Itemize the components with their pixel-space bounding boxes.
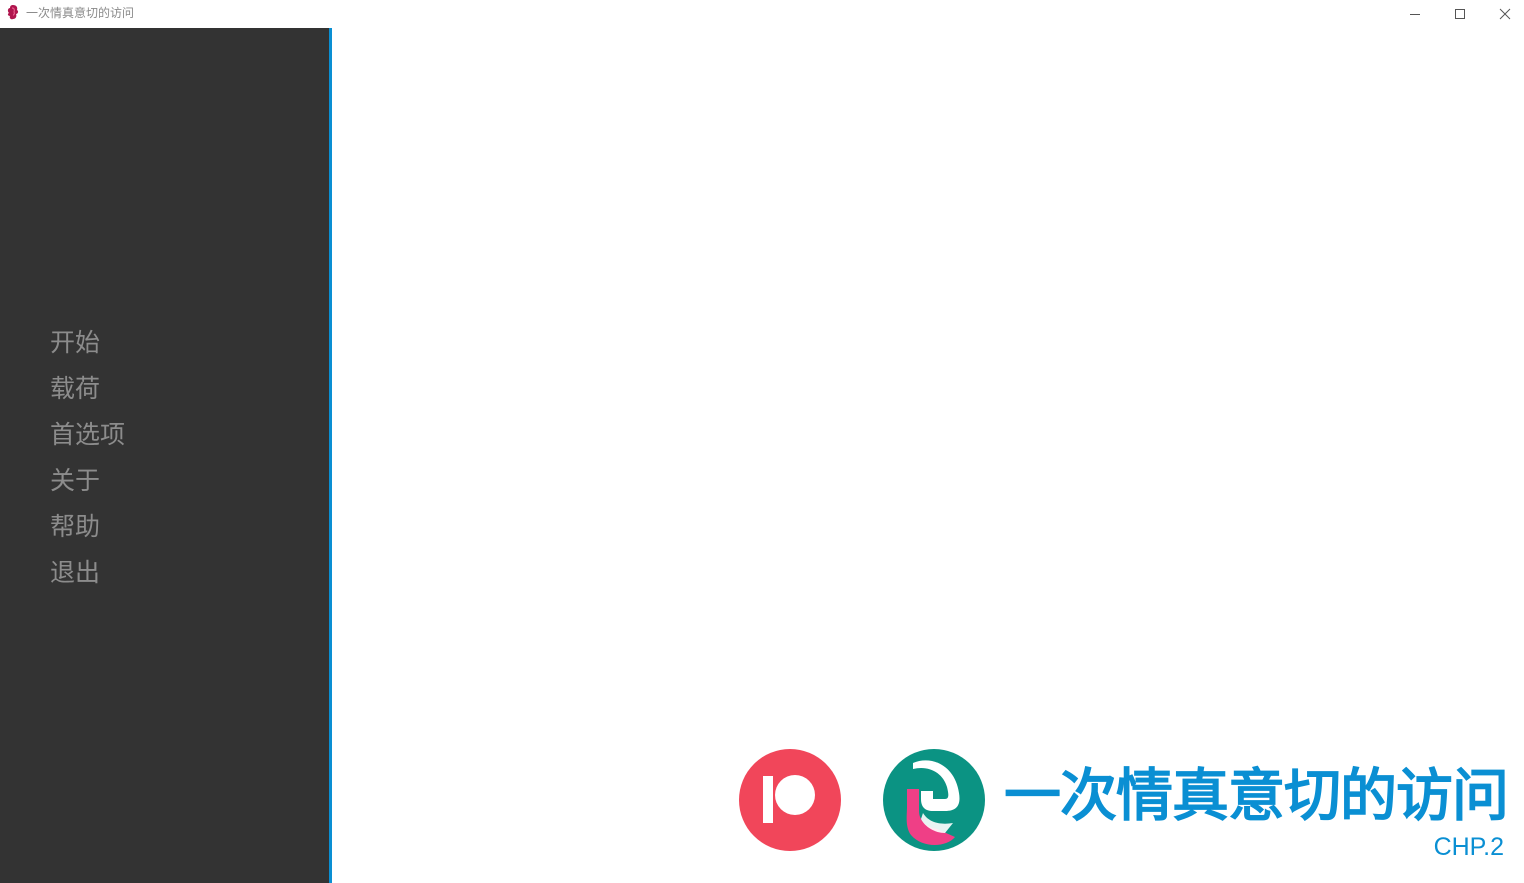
menu-item-load[interactable]: 载荷	[50, 370, 125, 416]
game-title-logo-text: 一次情真意切的访问	[1004, 763, 1509, 829]
menu-item-start[interactable]: 开始	[50, 324, 125, 370]
chapter-label: CHP.2	[1433, 833, 1504, 861]
maximize-icon	[1454, 9, 1465, 19]
window-titlebar[interactable]: 一次情真意切的访问	[0, 0, 1524, 28]
window-title: 一次情真意切的访问	[26, 6, 135, 20]
close-button[interactable]	[1482, 0, 1524, 28]
menu-item-about[interactable]: 关于	[50, 462, 125, 508]
game-logo-icon	[883, 749, 985, 851]
menu-item-preferences[interactable]: 首选项	[50, 416, 125, 462]
main-menu: 开始 载荷 首选项 关于 帮助 退出	[50, 324, 125, 600]
minimize-icon	[1409, 14, 1420, 15]
close-icon	[1499, 8, 1510, 20]
menu-item-quit[interactable]: 退出	[50, 554, 125, 600]
patreon-icon[interactable]	[739, 749, 841, 851]
maximize-button[interactable]	[1437, 0, 1482, 28]
app-icon	[7, 5, 19, 20]
minimize-button[interactable]	[1392, 0, 1437, 28]
menu-item-help[interactable]: 帮助	[50, 508, 125, 554]
